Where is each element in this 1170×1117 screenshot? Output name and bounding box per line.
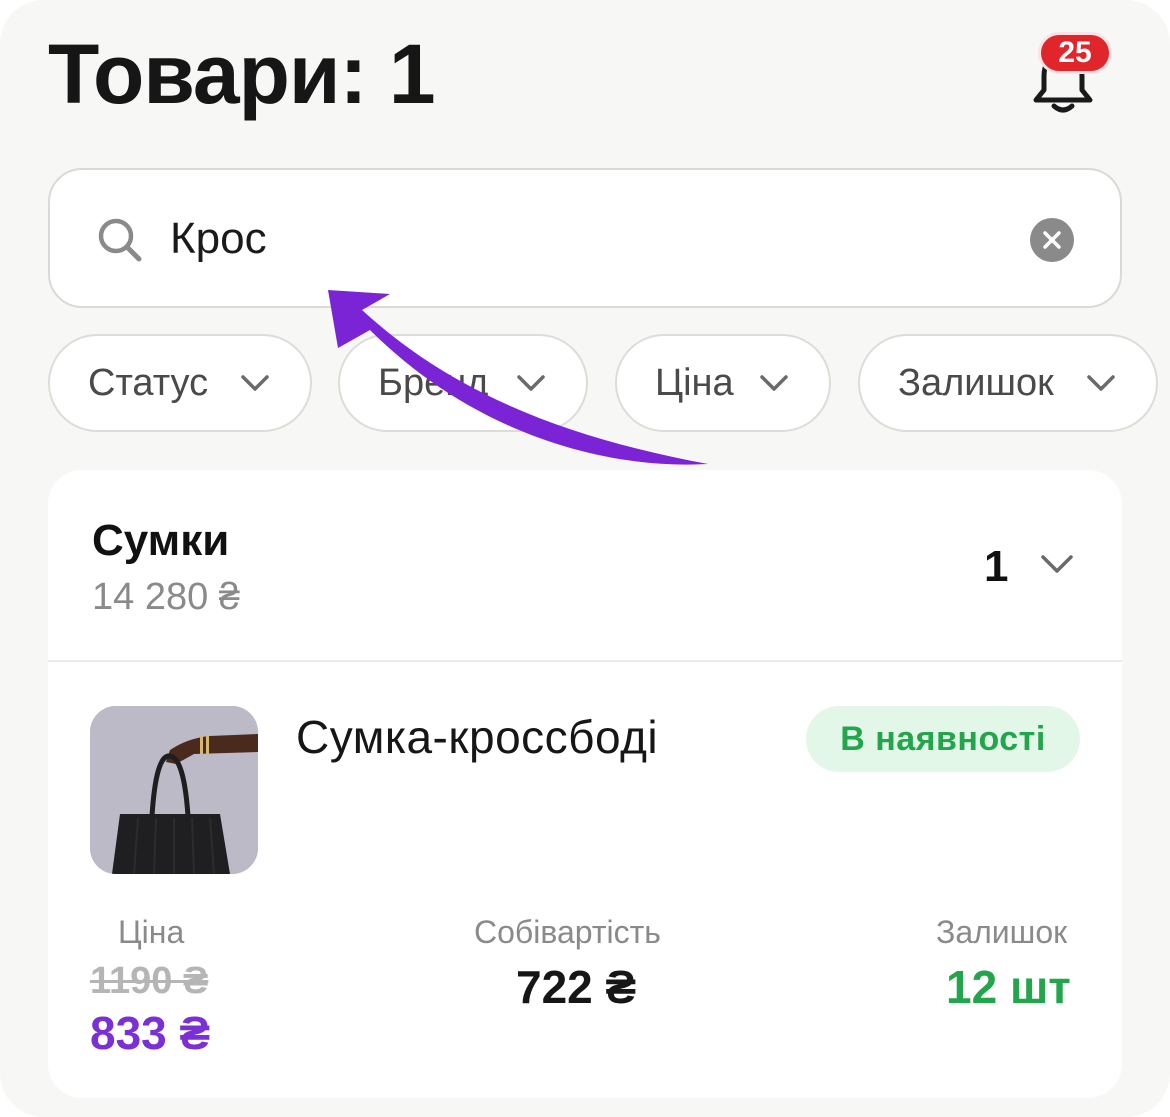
search-icon	[98, 218, 142, 262]
clear-search-button[interactable]	[1030, 218, 1074, 262]
product-thumbnail[interactable]	[90, 706, 258, 874]
product-name[interactable]: Сумка-кроссбоді	[296, 710, 658, 764]
new-price: 833 ₴	[90, 1007, 211, 1059]
chevron-down-icon[interactable]	[1040, 554, 1074, 574]
status-badge: В наявності	[806, 706, 1080, 772]
page-title: Товари: 1	[48, 27, 436, 121]
notifications-button[interactable]: 25	[1020, 32, 1116, 116]
divider	[48, 660, 1122, 662]
category-count: 1	[984, 542, 1009, 591]
cost-label: Собівартість	[474, 914, 661, 950]
products-screen: Товари: 1 25 Статус Бренд Ціна Зал	[0, 0, 1170, 1117]
stock-value: 12 шт	[946, 961, 1071, 1013]
clear-icon	[1043, 231, 1061, 249]
filter-status-label: Статус	[88, 361, 209, 404]
search-bar[interactable]	[48, 168, 1122, 308]
filter-price[interactable]: Ціна	[615, 334, 831, 432]
filter-stock[interactable]: Залишок	[858, 334, 1158, 432]
search-input[interactable]	[170, 206, 990, 272]
chevron-down-icon	[517, 375, 545, 391]
stock-label: Залишок	[936, 914, 1068, 950]
chevron-down-icon	[760, 375, 788, 391]
cost-value: 722 ₴	[516, 961, 637, 1013]
category-card: Сумки 14 280 ₴ 1 Сумка-кроссбоді В наявн…	[48, 470, 1122, 1098]
filter-status[interactable]: Статус	[48, 334, 312, 432]
notification-badge: 25	[1038, 32, 1112, 74]
chevron-down-icon	[241, 375, 269, 391]
filter-brand[interactable]: Бренд	[338, 334, 588, 432]
chevron-down-icon	[1087, 375, 1115, 391]
old-price: 1190 ₴	[90, 960, 209, 1002]
bag-image	[90, 706, 258, 874]
category-total: 14 280 ₴	[92, 576, 240, 618]
filter-stock-label: Залишок	[898, 361, 1054, 404]
price-label: Ціна	[118, 914, 185, 950]
category-name: Сумки	[92, 516, 230, 565]
filter-brand-label: Бренд	[378, 361, 489, 404]
filter-price-label: Ціна	[655, 361, 734, 404]
